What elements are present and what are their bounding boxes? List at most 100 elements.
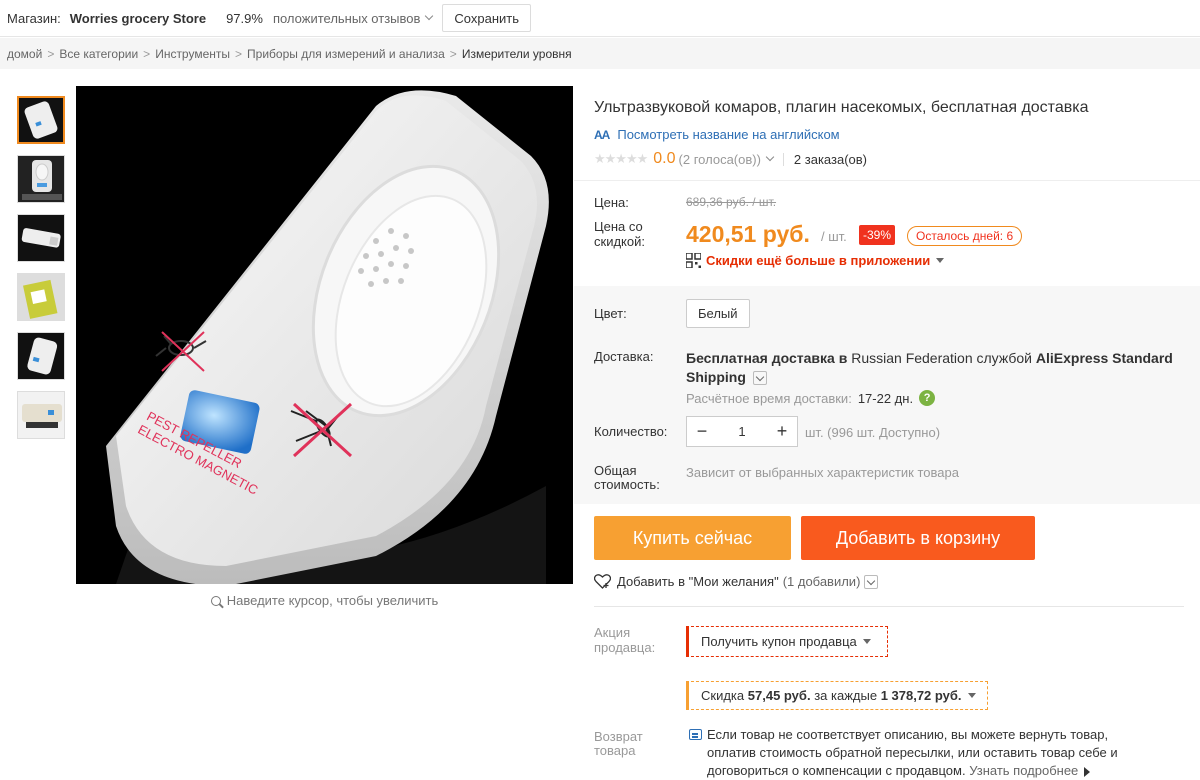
shipping-dropdown-icon[interactable] xyxy=(752,371,767,386)
caret-down-icon xyxy=(862,639,871,644)
delivery-days: 17-22 дн. xyxy=(857,390,914,406)
store-bar: Магазин: Worries grocery Store 97.9% пол… xyxy=(0,0,1200,37)
color-label: Цвет: xyxy=(594,306,627,321)
discount-price-label-line1: Цена со xyxy=(594,219,643,234)
saving-dropdown[interactable]: Скидка 57,45 руб. за каждые 1 378,72 руб… xyxy=(686,681,988,710)
seller-promo-label-line2: продавца: xyxy=(594,640,656,655)
divider xyxy=(782,152,784,166)
help-icon[interactable]: ? xyxy=(919,390,936,406)
thumbnail-1[interactable] xyxy=(17,96,65,144)
breadcrumb-item-measurement[interactable]: Приборы для измерений и анализа xyxy=(247,47,445,61)
store-feedback-dropdown[interactable]: положительных отзывов xyxy=(272,10,434,26)
thumbnail-2[interactable] xyxy=(17,155,65,203)
quantity-decrease-button[interactable]: − xyxy=(687,417,717,446)
breadcrumb-item-current: Измерители уровня xyxy=(461,46,572,61)
wishlist-dropdown-icon[interactable] xyxy=(864,574,879,589)
app-promo-link[interactable]: Скидки ещё больше в приложении xyxy=(686,253,945,268)
qr-code-icon xyxy=(686,253,701,268)
buy-now-button[interactable]: Купить сейчас xyxy=(594,516,791,560)
divider xyxy=(594,606,1184,607)
saving-threshold: 1 378,72 руб. xyxy=(880,688,962,703)
shipping-info: Бесплатная доставка в Russian Federation… xyxy=(686,349,1186,387)
shipping-label: Доставка: xyxy=(594,349,654,364)
returns-label-line2: товара xyxy=(594,743,636,758)
total-label-line2: стоимость: xyxy=(594,477,660,492)
shipping-country: Russian Federation xyxy=(851,350,973,366)
thumbnail-6[interactable] xyxy=(17,391,65,439)
breadcrumb-separator: > xyxy=(235,46,243,61)
discount-badge: -39% xyxy=(859,225,896,245)
delivery-time-label: Расчётное время доставки: xyxy=(686,390,852,406)
heart-icon[interactable] xyxy=(594,574,611,589)
add-to-cart-button[interactable]: Добавить в корзину xyxy=(801,516,1035,560)
translate-link-text: Посмотреть название на английском xyxy=(617,127,840,142)
store-rating: 97.9% xyxy=(226,10,263,26)
thumbnail-list xyxy=(17,96,67,450)
save-store-button[interactable]: Сохранить xyxy=(442,4,532,32)
days-left-badge: Осталось дней: 6 xyxy=(907,226,1023,246)
get-coupon-text: Получить купон продавца xyxy=(701,634,857,649)
quantity-label: Количество: xyxy=(594,424,668,439)
price-label: Цена: xyxy=(594,195,629,210)
product-title: Ультразвуковой комаров, плагин насекомых… xyxy=(594,99,1089,116)
delivery-time: Расчётное время доставки: 17-22 дн. ? xyxy=(686,390,936,406)
store-label: Магазин: xyxy=(7,10,61,26)
zoom-hint-text: Наведите курсор, чтобы увеличить xyxy=(226,593,439,608)
star-rating-icon: ★★★★★ xyxy=(594,151,648,166)
chevron-down-icon xyxy=(765,152,775,162)
breadcrumb-item-all-categories[interactable]: Все категории xyxy=(59,47,138,61)
breadcrumb-item-tools[interactable]: Инструменты xyxy=(155,47,230,61)
discount-price-label-line2: скидкой: xyxy=(594,234,645,249)
quantity-input[interactable]: 1 xyxy=(717,424,767,439)
returns-icon xyxy=(689,729,702,740)
caret-down-icon xyxy=(967,693,976,698)
wishlist-row: Добавить в "Мои желания" (1 добавили) xyxy=(594,574,879,589)
arrow-right-icon xyxy=(1084,766,1091,777)
translate-link[interactable]: AА Посмотреть название на английском xyxy=(594,127,840,142)
rating-value: 0.0 xyxy=(653,150,676,167)
returns-text: Если товар не соответствует описанию, вы… xyxy=(707,726,1147,780)
get-coupon-dropdown[interactable]: Получить купон продавца xyxy=(686,626,888,657)
breadcrumb-separator: > xyxy=(449,46,457,61)
product-options: Цвет: Белый Доставка: Бесплатная доставк… xyxy=(574,286,1200,504)
quantity-available: шт. (996 шт. Доступно) xyxy=(805,425,941,440)
quantity-increase-button[interactable]: + xyxy=(767,417,797,446)
saving-amount: 57,45 руб. xyxy=(747,688,811,703)
chevron-down-icon xyxy=(425,11,434,21)
zoom-hint: Наведите курсор, чтобы увеличить xyxy=(76,593,573,608)
thumbnail-3[interactable] xyxy=(17,214,65,262)
price-section: Цена: 689,36 руб. / шт. Цена со скидкой:… xyxy=(574,180,1200,286)
shipping-free-text: Бесплатная доставка в xyxy=(686,350,848,366)
seller-promo-label-line1: Акция xyxy=(594,625,631,640)
color-option-white[interactable]: Белый xyxy=(686,299,750,328)
quantity-stepper: − 1 + xyxy=(686,416,798,447)
wishlist-link[interactable]: Добавить в "Мои желания" xyxy=(617,574,779,589)
translate-icon: AА xyxy=(594,127,610,142)
breadcrumb-separator: > xyxy=(143,46,151,61)
magnifier-icon xyxy=(210,595,221,606)
orders-count: 2 заказа(ов) xyxy=(793,151,867,167)
shipping-by-text: службой xyxy=(976,350,1032,366)
discount-price: 420,51 руб. xyxy=(686,221,810,247)
total-label-line1: Общая xyxy=(594,463,637,478)
breadcrumb: домой > Все категории > Инструменты > Пр… xyxy=(0,38,1200,69)
rating-row: ★★★★★ 0.0 (2 голоса(ов)) 2 заказа(ов) xyxy=(594,150,867,168)
breadcrumb-item-home[interactable]: домой xyxy=(7,47,42,61)
main-product-image[interactable]: PEST REPELLER ELECTRO MAGNETIC xyxy=(76,86,573,584)
price-per-unit: / шт. xyxy=(821,229,847,244)
thumbnail-5[interactable] xyxy=(17,332,65,380)
votes-dropdown[interactable]: (2 голоса(ов)) xyxy=(678,151,775,167)
app-promo-text: Скидки ещё больше в приложении xyxy=(706,253,931,268)
saving-prefix: Скидка xyxy=(701,688,745,703)
saving-mid: за каждые xyxy=(814,688,878,703)
wishlist-count: (1 добавили) xyxy=(782,574,861,589)
votes-count: (2 голоса(ов)) xyxy=(678,151,761,167)
store-name-link[interactable]: Worries grocery Store xyxy=(70,11,206,26)
breadcrumb-separator: > xyxy=(47,46,55,61)
store-feedback-label: положительных отзывов xyxy=(272,10,421,26)
caret-down-icon xyxy=(936,258,945,263)
old-price: 689,36 руб. / шт. xyxy=(686,195,777,209)
total-note: Зависит от выбранных характеристик товар… xyxy=(686,465,959,480)
thumbnail-4[interactable] xyxy=(17,273,65,321)
returns-label-line1: Возврат xyxy=(594,729,643,744)
